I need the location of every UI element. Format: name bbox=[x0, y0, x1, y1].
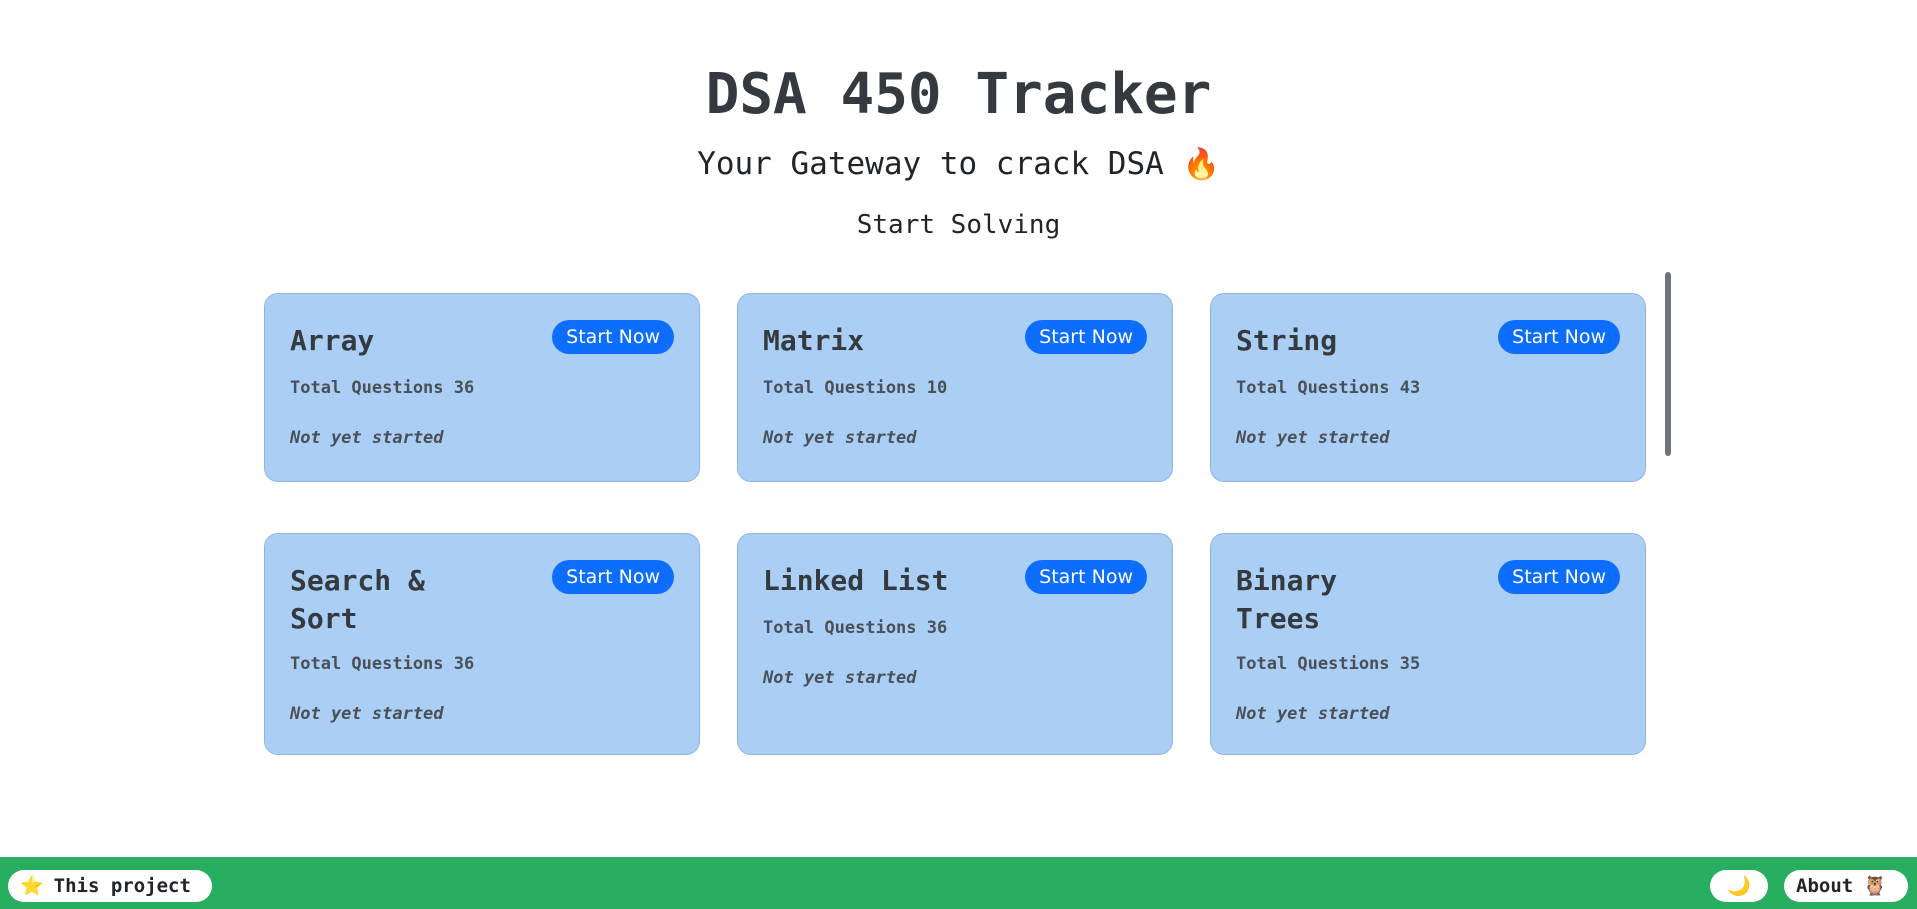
total-questions: Total Questions 10 bbox=[763, 378, 948, 398]
fire-icon: 🔥 bbox=[1182, 147, 1220, 182]
topic-card-matrix: Matrix Start Now Total Questions 10 Not … bbox=[737, 293, 1173, 482]
about-label: About bbox=[1796, 875, 1854, 897]
progress-status: Not yet started bbox=[1236, 428, 1390, 448]
start-solving-heading: Start Solving bbox=[856, 210, 1061, 240]
topic-card-binary-trees: Binary Trees Start Now Total Questions 3… bbox=[1210, 533, 1646, 755]
start-now-button[interactable]: Start Now bbox=[1025, 560, 1147, 594]
footer-bar: ⭐ This project 🌙 About 🦉 bbox=[0, 857, 1917, 909]
topic-card-search-sort: Search & Sort Start Now Total Questions … bbox=[264, 533, 700, 755]
page-title: DSA 450 Tracker bbox=[705, 62, 1212, 127]
start-now-button[interactable]: Start Now bbox=[1498, 560, 1620, 594]
start-now-button[interactable]: Start Now bbox=[552, 320, 674, 354]
progress-status: Not yet started bbox=[290, 704, 444, 724]
page-subtitle: Your Gateway to crack DSA 🔥 bbox=[0, 146, 1917, 182]
total-questions: Total Questions 35 bbox=[1236, 654, 1421, 674]
card-title: Matrix bbox=[763, 324, 865, 357]
this-project-button[interactable]: ⭐ This project bbox=[8, 870, 212, 902]
star-icon: ⭐ bbox=[20, 875, 44, 897]
card-title: Search & Sort bbox=[290, 564, 425, 635]
moon-icon: 🌙 bbox=[1727, 875, 1751, 897]
card-title: Array bbox=[290, 324, 375, 357]
card-title: Linked List bbox=[763, 564, 949, 597]
this-project-label: This project bbox=[53, 875, 191, 897]
topic-card-linked-list: Linked List Start Now Total Questions 36… bbox=[737, 533, 1173, 755]
progress-status: Not yet started bbox=[763, 428, 917, 448]
progress-status: Not yet started bbox=[1236, 704, 1390, 724]
total-questions: Total Questions 36 bbox=[763, 618, 948, 638]
card-title: String bbox=[1236, 324, 1338, 357]
owl-icon: 🦉 bbox=[1863, 875, 1887, 897]
progress-status: Not yet started bbox=[290, 428, 444, 448]
topic-card-string: String Start Now Total Questions 43 Not … bbox=[1210, 293, 1646, 482]
progress-status: Not yet started bbox=[763, 668, 917, 688]
card-title: Binary Trees bbox=[1236, 564, 1338, 635]
total-questions: Total Questions 43 bbox=[1236, 378, 1421, 398]
scrollbar-thumb[interactable] bbox=[1665, 272, 1671, 456]
subtitle-text: Your Gateway to crack DSA bbox=[697, 146, 1164, 182]
start-now-button[interactable]: Start Now bbox=[552, 560, 674, 594]
theme-toggle-button[interactable]: 🌙 bbox=[1710, 870, 1768, 902]
total-questions: Total Questions 36 bbox=[290, 378, 475, 398]
start-now-button[interactable]: Start Now bbox=[1025, 320, 1147, 354]
about-button[interactable]: About 🦉 bbox=[1784, 870, 1908, 902]
start-now-button[interactable]: Start Now bbox=[1498, 320, 1620, 354]
total-questions: Total Questions 36 bbox=[290, 654, 475, 674]
topic-card-array: Array Start Now Total Questions 36 Not y… bbox=[264, 293, 700, 482]
